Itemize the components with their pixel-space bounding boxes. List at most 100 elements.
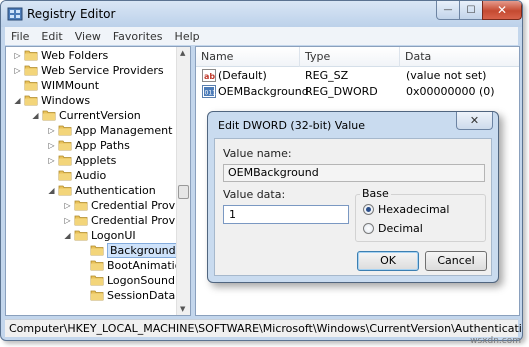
base-group-label: Base	[360, 187, 391, 200]
folder-icon	[58, 170, 72, 181]
expand-arrow-icon[interactable]: ▷	[47, 156, 56, 165]
expand-arrow-icon[interactable]: ▷	[13, 66, 22, 75]
ok-button[interactable]: OK	[357, 251, 419, 271]
dialog-close-button[interactable]: ✕	[456, 112, 493, 130]
tree-item-label: Web Folders	[41, 49, 109, 62]
scroll-down-icon[interactable]: ▼	[180, 305, 185, 313]
folder-icon	[58, 140, 72, 151]
menu-favorites[interactable]: Favorites	[107, 30, 169, 43]
folder-icon	[58, 185, 72, 196]
cancel-button[interactable]: Cancel	[425, 251, 487, 271]
maximize-button[interactable]: ☐	[459, 1, 483, 20]
tree-item[interactable]: ▷ Credential Provider	[6, 213, 190, 228]
expand-arrow-icon[interactable]: ▷	[13, 51, 22, 60]
folder-icon	[42, 110, 56, 121]
expand-arrow-icon[interactable]: ▷	[63, 216, 72, 225]
radio-hexadecimal[interactable]: Hexadecimal	[363, 203, 473, 217]
registry-path: Computer\HKEY_LOCAL_MACHINE\SOFTWARE\Mic…	[9, 322, 522, 335]
menu-help[interactable]: Help	[169, 30, 206, 43]
list-row-oembackground[interactable]: 011 OEMBackground REG_DWORD 0x00000000 (…	[196, 84, 519, 100]
tree-item[interactable]: ▷ App Management	[6, 123, 178, 138]
folder-icon	[90, 290, 104, 301]
minimize-icon: —	[443, 5, 453, 15]
tree-item-label: WIMMount	[41, 79, 100, 92]
tree-item[interactable]: ▷ App Paths	[6, 138, 178, 153]
value-data-input[interactable]: 1	[223, 205, 349, 224]
list-row-default[interactable]: ab (Default) REG_SZ (value not set)	[196, 68, 519, 84]
registry-editor-window: Registry Editor — ☐ ✕ File Edit View Fav…	[0, 0, 523, 341]
collapse-arrow-icon[interactable]: ◢	[63, 231, 72, 240]
svg-text:ab: ab	[204, 72, 215, 81]
tree-item[interactable]: SessionData	[6, 288, 178, 303]
menu-bar: File Edit View Favorites Help	[5, 27, 518, 45]
scroll-up-icon[interactable]: ▲	[180, 49, 185, 57]
close-icon: ✕	[496, 3, 508, 17]
value-name: (Default)	[218, 69, 267, 82]
menu-view[interactable]: View	[69, 30, 107, 43]
radio-decimal[interactable]: Decimal	[363, 222, 473, 236]
string-value-icon: ab	[202, 69, 216, 82]
registry-tree[interactable]: ▷ Web Folders ▷ Web Service Providers WIMMou…	[5, 46, 191, 316]
close-button[interactable]: ✕	[482, 1, 522, 20]
value-data: 0x00000000 (0)	[406, 85, 495, 98]
tree-item-label: Windows	[41, 94, 91, 107]
column-type[interactable]: Type	[300, 47, 400, 67]
tree-item-label: SessionData	[107, 289, 176, 302]
tree-item-label: CurrentVersion	[59, 109, 141, 122]
folder-icon	[24, 95, 38, 106]
column-data[interactable]: Data	[400, 47, 519, 67]
tree-vertical-scrollbar[interactable]: ▲ ▼	[176, 47, 190, 315]
folder-icon	[74, 230, 88, 241]
tree-item[interactable]: ▷ Web Folders	[6, 48, 178, 63]
folder-icon	[24, 80, 38, 91]
radio-label-decimal: Decimal	[378, 222, 423, 235]
tree-item[interactable]: ◢ Windows	[6, 93, 178, 108]
title-bar[interactable]: Registry Editor — ☐ ✕	[1, 1, 522, 27]
column-name[interactable]: Name	[196, 47, 300, 67]
menu-file[interactable]: File	[5, 30, 35, 43]
tree-item[interactable]: Audio	[6, 168, 178, 183]
edit-dword-dialog: Edit DWORD (32-bit) Value ✕ Value name: …	[207, 111, 499, 283]
close-icon: ✕	[469, 114, 480, 127]
dialog-body: Value name: OEMBackground Value data: 1 …	[214, 138, 492, 276]
folder-icon	[74, 215, 88, 226]
tree-item[interactable]: BootAnimation	[6, 258, 188, 273]
folder-icon	[58, 155, 72, 166]
dialog-title: Edit DWORD (32-bit) Value	[218, 119, 366, 132]
maximize-icon: ☐	[466, 4, 476, 16]
tree-item[interactable]: Background	[6, 243, 179, 258]
collapse-arrow-icon[interactable]: ◢	[31, 111, 40, 120]
tree-item[interactable]: ▷ Credential Provider	[6, 198, 190, 213]
expand-arrow-icon[interactable]: ▷	[63, 201, 72, 210]
tree-item[interactable]: LogonSoundPla	[6, 273, 190, 288]
tree-item-label: Background	[107, 243, 179, 258]
tree-item[interactable]: WIMMount	[6, 78, 178, 93]
tree-item[interactable]: ▷ Web Service Providers	[6, 63, 178, 78]
value-data-label: Value data:	[223, 188, 286, 201]
collapse-arrow-icon[interactable]: ◢	[13, 96, 22, 105]
radio-button-checked[interactable]	[363, 204, 374, 215]
folder-icon	[24, 50, 38, 61]
tree-item[interactable]: ◢ CurrentVersion	[6, 108, 178, 123]
tree-item-label: App Paths	[75, 139, 130, 152]
folder-icon	[58, 125, 72, 136]
window-title: Registry Editor	[27, 7, 116, 21]
folder-icon	[74, 200, 88, 211]
list-header: Name Type Data	[196, 47, 519, 67]
radio-button[interactable]	[363, 223, 374, 234]
svg-text:011: 011	[205, 90, 217, 97]
value-data: (value not set)	[406, 69, 487, 82]
tree-item[interactable]: ◢ Authentication	[6, 183, 178, 198]
collapse-arrow-icon[interactable]: ◢	[47, 186, 56, 195]
expand-arrow-icon[interactable]: ▷	[47, 126, 56, 135]
scroll-thumb[interactable]	[178, 185, 189, 199]
expand-arrow-icon[interactable]: ▷	[47, 141, 56, 150]
minimize-button[interactable]: —	[436, 1, 460, 20]
value-type: REG_SZ	[305, 69, 349, 82]
watermark: wsxdn.com	[470, 336, 521, 346]
tree-item-label: Applets	[75, 154, 117, 167]
menu-edit[interactable]: Edit	[35, 30, 68, 43]
tree-item[interactable]: ▷ Applets	[6, 153, 178, 168]
folder-icon	[90, 260, 104, 271]
tree-item[interactable]: ◢ LogonUI	[6, 228, 178, 243]
